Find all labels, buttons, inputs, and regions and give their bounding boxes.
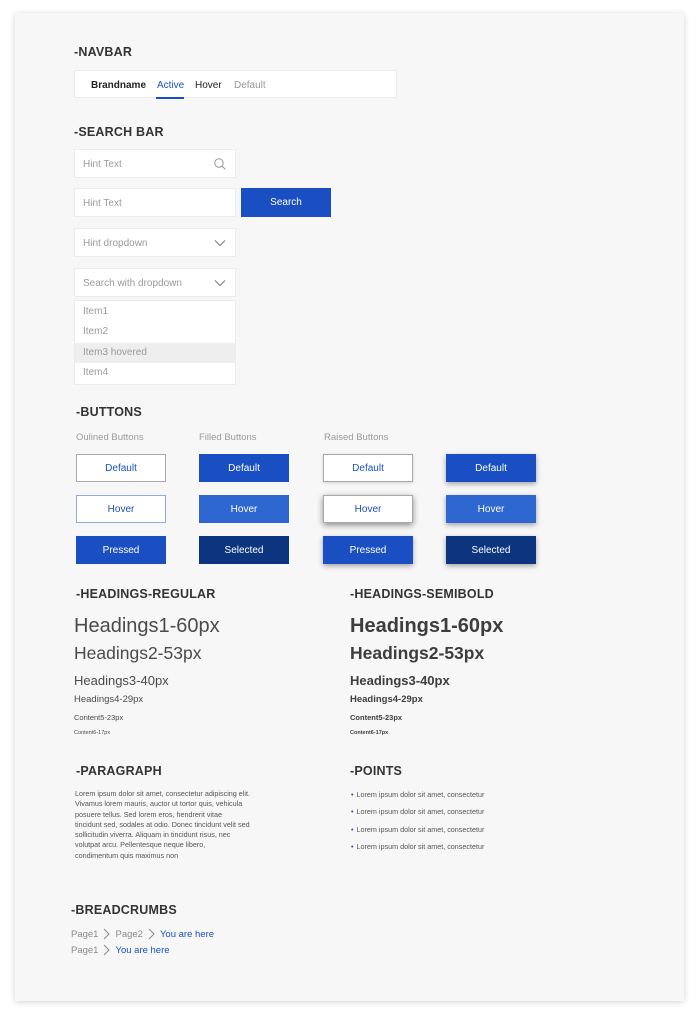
raised-outlined-default-button[interactable]: Default xyxy=(323,454,413,482)
raised-filled-hover-button[interactable]: Hover xyxy=(446,495,536,523)
dropdown-hint: Hint dropdown xyxy=(83,238,148,249)
heading-2-semibold: Headings2-53px xyxy=(350,643,485,663)
raised-pressed-button[interactable]: Pressed xyxy=(323,536,413,564)
chevron-down-icon[interactable] xyxy=(213,276,227,290)
breadcrumb-link[interactable]: Page1 xyxy=(71,945,98,956)
breadcrumb-link[interactable]: Page1 xyxy=(71,929,98,940)
point-text: Lorem ipsum dolor sit amet, consectetur xyxy=(356,842,485,851)
bullet-icon: • xyxy=(351,825,354,834)
chevron-down-icon[interactable] xyxy=(213,236,227,250)
point-text: Lorem ipsum dolor sit amet, consectetur xyxy=(356,790,485,799)
section-title-paragraph: -PARAGRAPH xyxy=(76,764,162,778)
section-title-navbar: -NAVBAR xyxy=(74,45,133,59)
dropdown-item[interactable]: Item4 xyxy=(75,363,235,383)
outlined-pressed-button[interactable]: Pressed xyxy=(76,536,166,564)
section-title-breadcrumbs: -BREADCRUMBS xyxy=(71,903,177,917)
nav-item-active[interactable]: Active xyxy=(157,80,184,91)
nav-item-default[interactable]: Default xyxy=(234,80,266,91)
heading-4-regular: Headings4-29px xyxy=(74,694,144,705)
navbar: Brandname Active Hover Default xyxy=(74,70,397,99)
heading-3-semibold: Headings3-40px xyxy=(350,673,450,688)
content-5-semibold: Content5-23px xyxy=(350,713,403,722)
breadcrumb-current[interactable]: You are here xyxy=(160,929,214,940)
chevron-right-icon xyxy=(104,928,111,940)
heading-4-semibold: Headings4-29px xyxy=(350,694,423,705)
section-title-headings-semibold: -HEADINGS-SEMIBOLD xyxy=(350,587,494,601)
breadcrumb-current[interactable]: You are here xyxy=(115,945,169,956)
heading-1-regular: Headings1-60px xyxy=(74,615,220,637)
heading-3-regular: Headings3-40px xyxy=(74,673,169,688)
heading-1-semibold: Headings1-60px xyxy=(350,615,504,637)
breadcrumb: Page1 Page2 You are here xyxy=(71,928,214,940)
search-input-with-icon[interactable]: Hint Text xyxy=(74,149,236,178)
outlined-buttons-label: Oulined Buttons xyxy=(76,432,144,443)
bullet-icon: • xyxy=(351,842,354,851)
section-title-headings-regular: -HEADINGS-REGULAR xyxy=(76,587,216,601)
point-text: Lorem ipsum dolor sit amet, consectetur xyxy=(356,825,485,834)
breadcrumb: Page1 You are here xyxy=(71,944,170,956)
paragraph-body: Lorem ipsum dolor sit amet, consectetur … xyxy=(75,789,250,860)
content-6-regular: Content6-17px xyxy=(74,730,111,736)
bullet-icon: • xyxy=(351,807,354,816)
dropdown-list: Item1 Item2 Item3 hovered Item4 xyxy=(74,300,236,385)
raised-buttons-label: Raised Buttons xyxy=(324,432,389,443)
nav-item-hover[interactable]: Hover xyxy=(195,80,222,91)
dropdown-item-hovered[interactable]: Item3 hovered xyxy=(75,343,235,363)
search-dropdown-hint: Search with dropdown xyxy=(83,278,182,289)
chevron-right-icon xyxy=(104,944,111,956)
dropdown-item[interactable]: Item2 xyxy=(75,322,235,342)
dropdown-item[interactable]: Item1 xyxy=(75,302,235,322)
filled-hover-button[interactable]: Hover xyxy=(199,495,289,523)
point-item: • Lorem ipsum dolor sit amet, consectetur xyxy=(351,825,484,834)
chevron-right-icon xyxy=(148,928,155,940)
search-button[interactable]: Search xyxy=(241,188,331,217)
search-icon[interactable] xyxy=(213,157,227,171)
filled-default-button[interactable]: Default xyxy=(199,454,289,482)
hint-dropdown[interactable]: Hint dropdown xyxy=(74,228,236,257)
outlined-default-button[interactable]: Default xyxy=(76,454,166,482)
raised-selected-button[interactable]: Selected xyxy=(446,536,536,564)
heading-2-regular: Headings2-53px xyxy=(74,643,202,663)
raised-outlined-hover-button[interactable]: Hover xyxy=(323,495,413,523)
breadcrumb-link[interactable]: Page2 xyxy=(115,929,142,940)
point-item: • Lorem ipsum dolor sit amet, consectetur xyxy=(351,807,484,816)
search-input-hint: Hint Text xyxy=(83,198,122,209)
nav-active-underline xyxy=(156,97,184,99)
section-title-search-bar: -SEARCH BAR xyxy=(74,125,164,139)
content-6-semibold: Content6-17px xyxy=(350,730,389,736)
raised-filled-default-button[interactable]: Default xyxy=(446,454,536,482)
point-text: Lorem ipsum dolor sit amet, consectetur xyxy=(356,807,485,816)
filled-buttons-label: Filled Buttons xyxy=(199,432,257,443)
section-title-points: -POINTS xyxy=(350,764,403,778)
point-item: • Lorem ipsum dolor sit amet, consectetur xyxy=(351,842,484,851)
point-item: • Lorem ipsum dolor sit amet, consectetur xyxy=(351,790,484,799)
navbar-brand[interactable]: Brandname xyxy=(91,80,146,91)
filled-selected-button[interactable]: Selected xyxy=(199,536,289,564)
search-input-hint: Hint Text xyxy=(83,159,122,170)
search-input[interactable]: Hint Text xyxy=(74,188,236,217)
section-title-buttons: -BUTTONS xyxy=(76,405,142,419)
bullet-icon: • xyxy=(351,790,354,799)
content-5-regular: Content5-23px xyxy=(74,713,124,722)
outlined-hover-button[interactable]: Hover xyxy=(76,495,166,523)
search-dropdown[interactable]: Search with dropdown xyxy=(74,268,236,297)
